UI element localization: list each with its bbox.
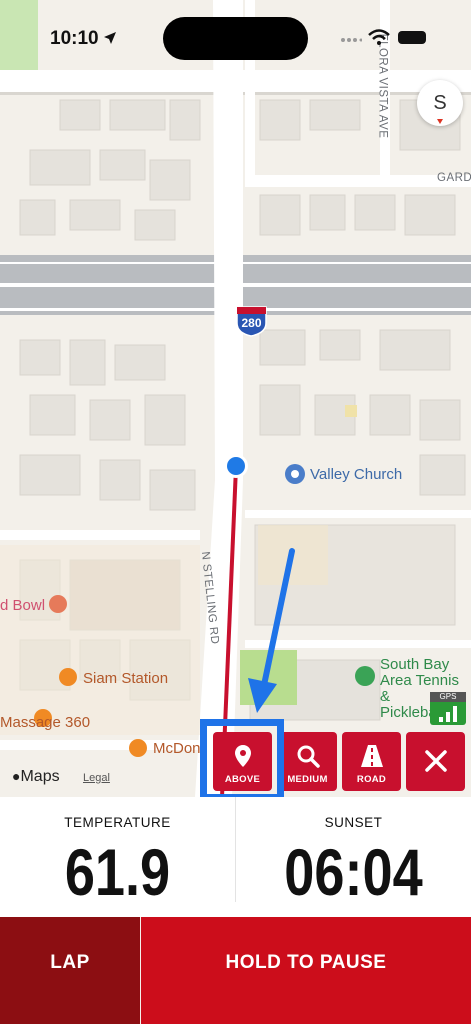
road-icon (360, 745, 383, 767)
poi-valley-church[interactable]: Valley Church (310, 466, 402, 483)
stats-panel[interactable]: TEMPERATURE 61.9 SUNSET 06:04 (0, 797, 471, 923)
apple-maps-logo: ●Maps (12, 768, 60, 786)
road-label-gard: GARD (437, 172, 471, 184)
close-icon (424, 750, 447, 772)
medium-label: MEDIUM (287, 774, 328, 785)
cellular-signal-icon (341, 38, 362, 42)
medium-view-button[interactable]: MEDIUM (278, 732, 337, 791)
compass-button[interactable]: S (417, 80, 463, 126)
poi-siam-station[interactable]: Siam Station (83, 670, 168, 687)
compass-needle-icon (437, 119, 443, 124)
poi-bowl[interactable]: d Bowl (0, 597, 45, 614)
road-view-button[interactable]: ROAD (342, 732, 401, 791)
sunset-value: 06:04 (284, 835, 423, 909)
poi-mcdonalds[interactable]: McDon (153, 740, 201, 757)
stats-divider (235, 797, 236, 902)
status-bar: 10:10 (0, 0, 471, 60)
wifi-icon (368, 29, 390, 45)
poi-massage[interactable]: Massage 360 (0, 714, 90, 731)
gps-signal-indicator: GPS (430, 692, 466, 725)
legal-link[interactable]: Legal (83, 772, 110, 784)
location-arrow-icon (104, 32, 116, 44)
map-view[interactable]: 280 Valley Church d Bowl Siam Station Ma… (0, 0, 471, 797)
temperature-label: TEMPERATURE (64, 815, 171, 830)
magnifier-icon (297, 745, 320, 768)
dynamic-island (163, 17, 308, 60)
highway-shield-number: 280 (241, 316, 262, 330)
close-map-button[interactable] (406, 732, 465, 791)
temperature-value: 61.9 (64, 835, 171, 909)
sunset-label: SUNSET (324, 815, 383, 830)
lap-button[interactable]: LAP (0, 917, 140, 1024)
highway-shield-icon: 280 (234, 305, 269, 337)
highlight-box (200, 719, 284, 801)
battery-icon (398, 31, 426, 44)
hold-to-pause-button[interactable]: HOLD TO PAUSE (141, 917, 471, 1024)
action-bar: LAP HOLD TO PAUSE (0, 917, 471, 1024)
poi-south-bay-line1: South Bay (380, 656, 450, 673)
status-time: 10:10 (50, 28, 99, 49)
maps-logo-text: Maps (20, 768, 60, 785)
signal-bars-icon (439, 706, 457, 722)
road-label: ROAD (356, 774, 387, 785)
